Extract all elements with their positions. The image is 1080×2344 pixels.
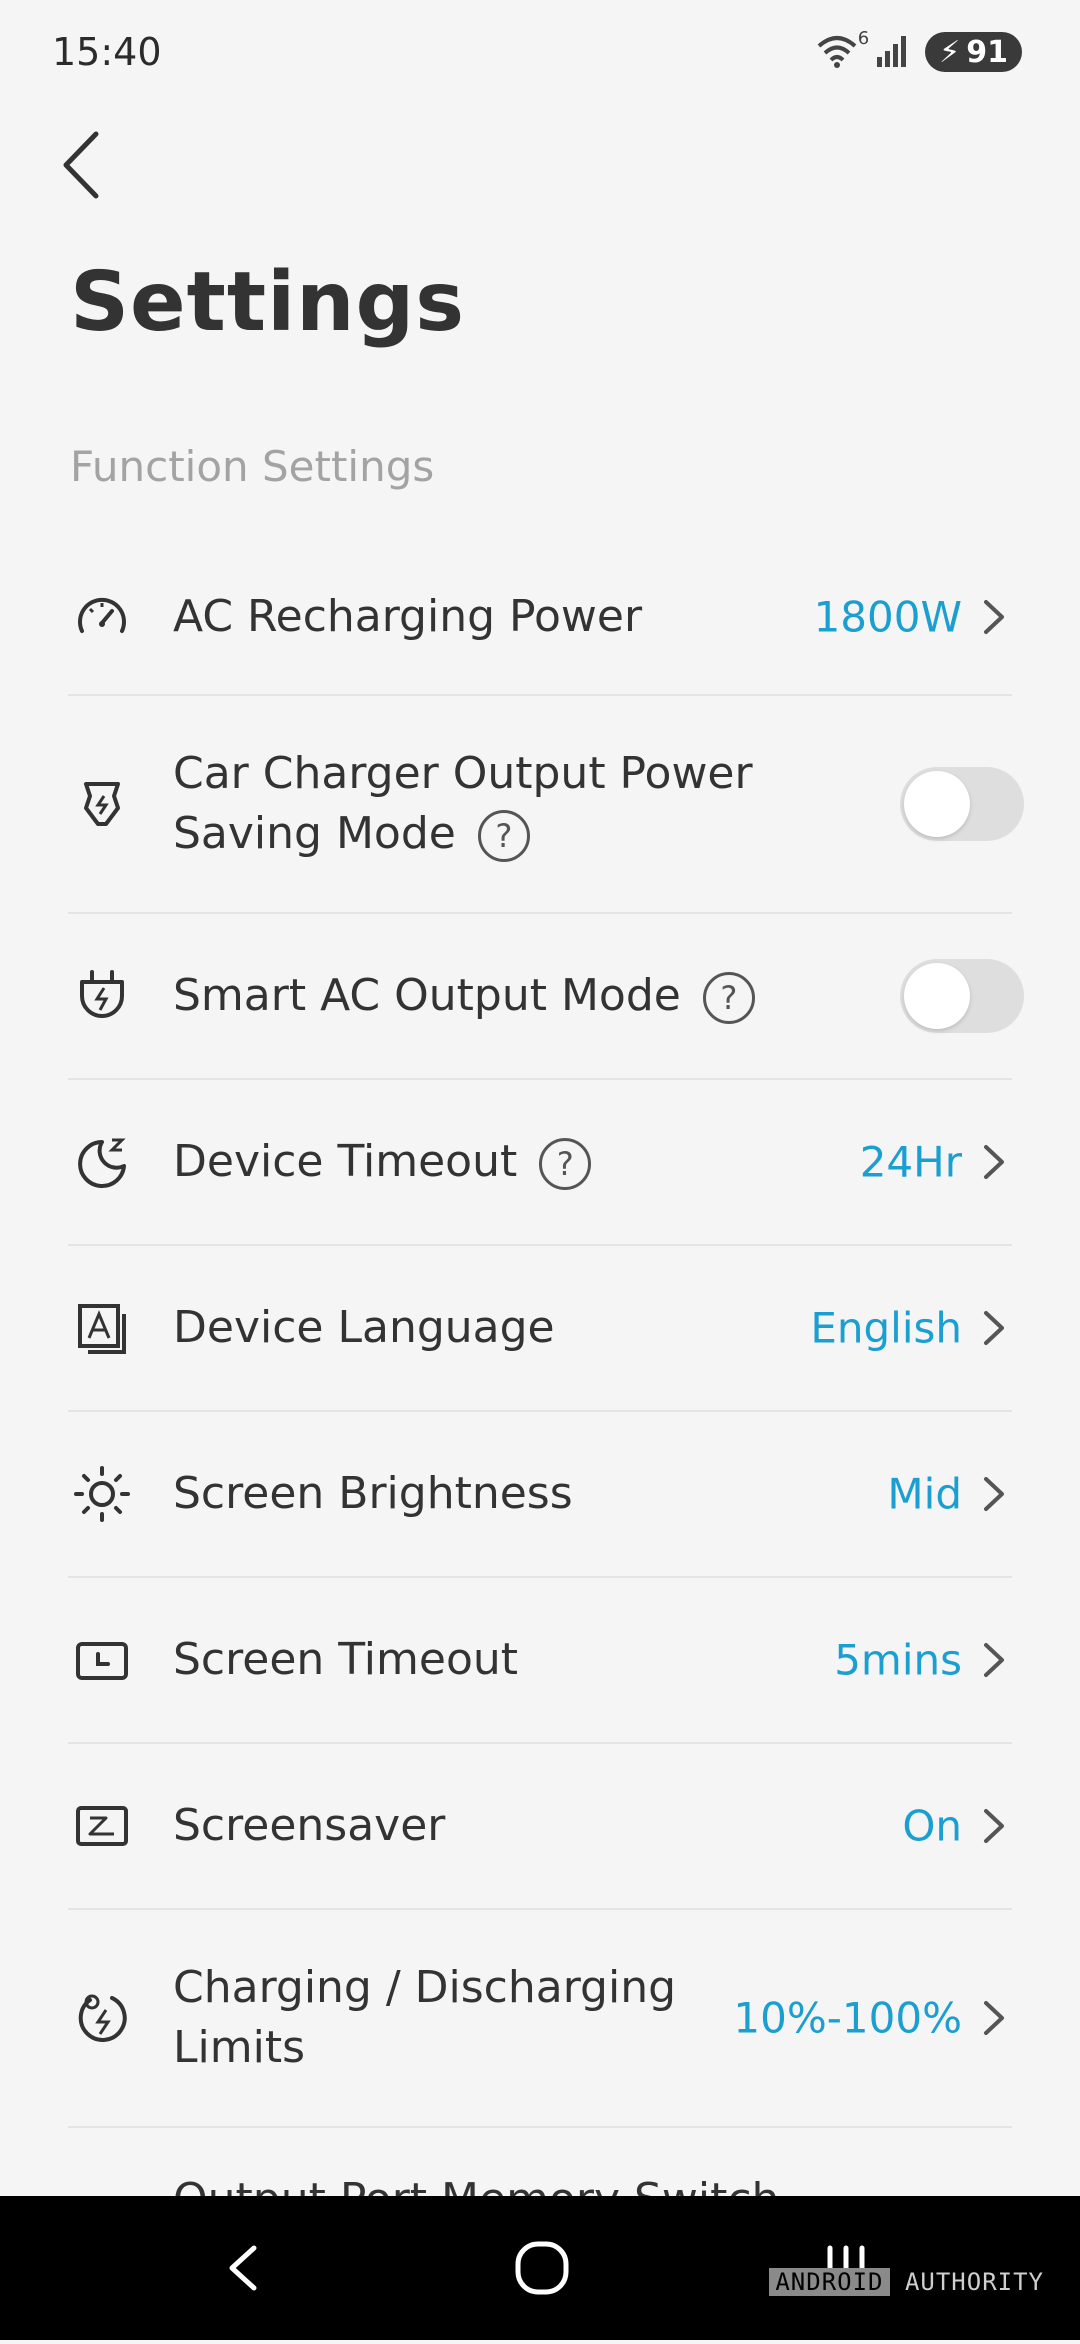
chevron-right-icon — [976, 1141, 1012, 1183]
setting-smart-ac-output-mode: Smart AC Output Mode? — [68, 914, 1024, 1080]
nav-back-button[interactable] — [152, 2196, 332, 2340]
setting-screensaver[interactable]: Screensaver On — [68, 1744, 1012, 1910]
setting-value: 10%-100% — [733, 1993, 962, 2043]
setting-value: 1800W — [813, 592, 962, 642]
watermark-part1: ANDROID — [769, 2268, 890, 2296]
chevron-right-icon — [976, 596, 1012, 638]
setting-label-text: Smart AC Output Mode — [173, 970, 681, 1021]
wifi-badge: 6 — [857, 28, 870, 49]
screen-timer-icon — [72, 1630, 132, 1690]
setting-label-line1: Charging / Discharging — [173, 1962, 677, 2013]
charge-limit-icon — [72, 1988, 132, 2048]
setting-label: Screen Brightness — [173, 1468, 573, 1519]
language-icon — [72, 1298, 132, 1358]
setting-label: Smart AC Output Mode? — [173, 966, 813, 1026]
toggle-knob — [904, 771, 970, 837]
setting-charging-discharging-limits[interactable]: Charging / Discharging Limits 10%-100% — [68, 1910, 1012, 2128]
settings-list: AC Recharging Power 1800W Car Charger Ou… — [68, 540, 1024, 2278]
toggle-knob — [904, 963, 970, 1029]
setting-value: 5mins — [834, 1635, 962, 1685]
setting-device-timeout[interactable]: Device Timeout? 24Hr — [68, 1080, 1012, 1246]
car-charger-saving-toggle[interactable] — [900, 767, 1024, 841]
setting-value: English — [810, 1303, 962, 1353]
setting-label-line1: Car Charger Output Power — [173, 748, 753, 799]
setting-label: Screensaver — [173, 1800, 446, 1851]
battery-level: 91 — [966, 34, 1008, 70]
plug-bolt-icon — [72, 966, 132, 1026]
section-header: Function Settings — [70, 442, 435, 491]
status-icons: 6 ⚡ 91 — [817, 28, 1022, 74]
screensaver-icon — [72, 1796, 132, 1856]
help-icon[interactable]: ? — [702, 972, 755, 1024]
watermark: ANDROID AUTHORITY — [769, 2268, 1044, 2296]
nav-home-button[interactable] — [452, 2196, 632, 2340]
sun-icon — [72, 1464, 132, 1524]
setting-ac-recharging-power[interactable]: AC Recharging Power 1800W — [68, 540, 1012, 696]
setting-value: On — [902, 1801, 962, 1851]
chevron-right-icon — [976, 1997, 1012, 2039]
setting-label: Device Timeout? — [173, 1132, 813, 1192]
setting-device-language[interactable]: Device Language English — [68, 1246, 1012, 1412]
moon-sleep-icon — [72, 1132, 132, 1192]
page-title: Settings — [70, 255, 466, 350]
wifi-icon: 6 — [817, 28, 869, 70]
status-bar: 15:40 6 ⚡ 91 — [0, 0, 1080, 110]
smart-ac-output-toggle[interactable] — [900, 959, 1024, 1033]
car-charger-icon — [72, 774, 132, 834]
chevron-right-icon — [976, 1307, 1012, 1349]
back-button[interactable] — [52, 120, 132, 210]
help-icon[interactable]: ? — [477, 810, 530, 862]
nav-back-icon — [229, 2245, 257, 2291]
signal-icon — [875, 33, 911, 71]
setting-label: Charging / Discharging Limits — [173, 1958, 813, 2078]
setting-value: Mid — [887, 1469, 962, 1519]
setting-label: Device Language — [173, 1302, 555, 1353]
status-time: 15:40 — [52, 30, 162, 74]
setting-label: Screen Timeout — [173, 1634, 518, 1685]
setting-label: Car Charger Output Power Saving Mode? — [173, 744, 813, 864]
setting-value: 24Hr — [859, 1137, 962, 1187]
chevron-right-icon — [976, 1473, 1012, 1515]
setting-label: AC Recharging Power — [173, 591, 643, 642]
setting-car-charger-saving-mode: Car Charger Output Power Saving Mode? — [68, 696, 1024, 914]
setting-screen-brightness[interactable]: Screen Brightness Mid — [68, 1412, 1012, 1578]
chevron-right-icon — [976, 1805, 1012, 1847]
watermark-part2: AUTHORITY — [904, 2268, 1044, 2296]
setting-label-text: Device Timeout — [173, 1136, 518, 1187]
back-arrow-icon — [63, 131, 99, 199]
battery-indicator: ⚡ 91 — [925, 32, 1022, 72]
setting-screen-timeout[interactable]: Screen Timeout 5mins — [68, 1578, 1012, 1744]
chevron-right-icon — [976, 1639, 1012, 1681]
bolt-icon: ⚡ — [939, 34, 961, 70]
setting-label-line2: Saving Mode — [173, 808, 456, 859]
setting-label-line2: Limits — [173, 2022, 305, 2073]
gauge-icon — [72, 587, 132, 647]
help-icon[interactable]: ? — [539, 1138, 592, 1190]
nav-home-icon — [515, 2241, 569, 2295]
